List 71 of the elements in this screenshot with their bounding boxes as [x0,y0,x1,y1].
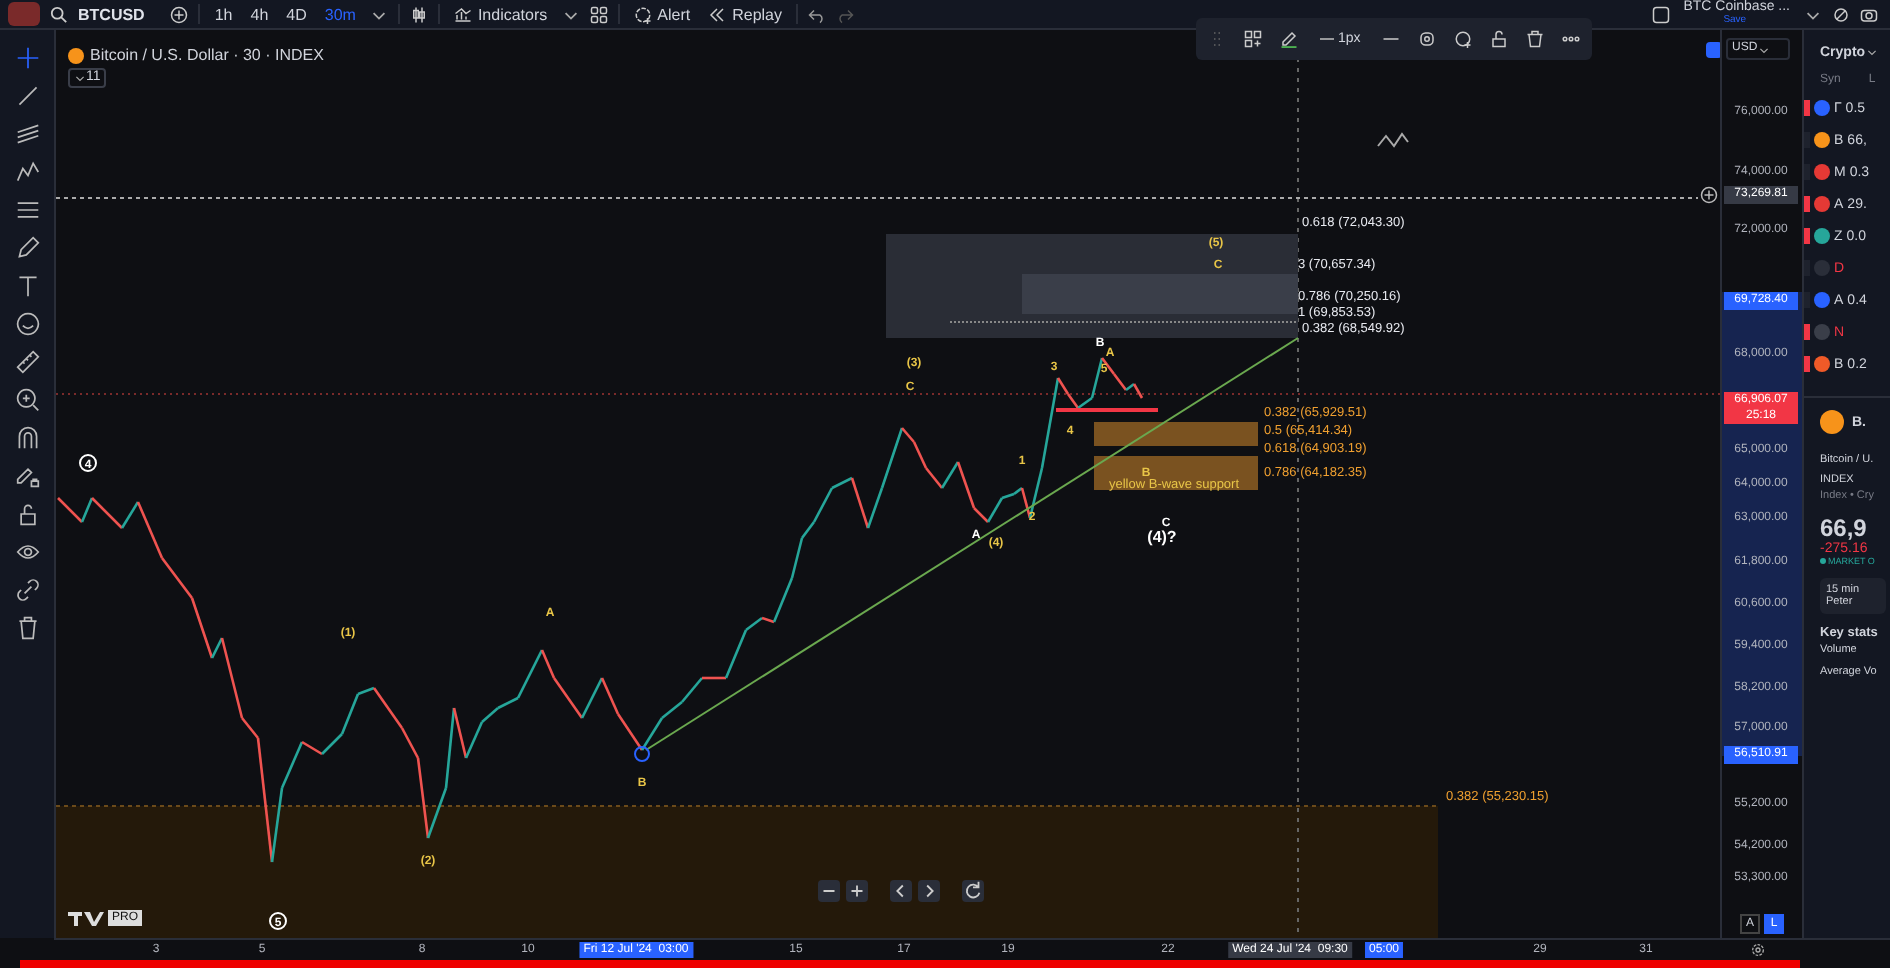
interval-button[interactable]: 30m [320,5,360,23]
reset-icon[interactable] [962,880,984,902]
zoom-out-icon[interactable] [818,880,840,902]
alarm-icon [633,5,652,23]
lock-pencil-icon[interactable] [15,464,39,488]
pencil-icon[interactable] [15,236,39,260]
scroll-left-icon[interactable] [890,880,912,902]
quick-search-icon[interactable] [1832,5,1850,23]
flag-marker[interactable] [1804,100,1810,116]
flag-marker[interactable] [1804,292,1810,308]
chevron-down-icon [1757,43,1770,55]
add-symbol-icon[interactable] [170,5,189,23]
alarm-add-icon[interactable] [1454,30,1473,48]
zoom-icon[interactable] [15,388,39,412]
flag-marker[interactable] [1804,196,1810,212]
camera-icon[interactable] [1860,5,1878,23]
wave-icon[interactable] [15,160,39,184]
trash-icon[interactable] [15,616,39,640]
price-value: 66,9 [1820,514,1869,542]
wave-marker [269,912,287,930]
candles-icon[interactable] [409,5,428,23]
logo-icon [68,910,104,926]
eye-icon[interactable] [15,540,39,564]
text-icon[interactable] [15,274,39,298]
replay-button[interactable]: Replay [704,5,786,23]
alert-button[interactable]: Alert [629,5,695,23]
brush-icon[interactable] [15,198,39,222]
interval-button[interactable]: 4D [282,5,311,23]
level-line [1056,408,1158,412]
scroll-right-icon[interactable] [918,880,940,902]
flag-marker[interactable] [1804,228,1810,244]
wave-label: (4)? [1147,528,1177,546]
line-icon[interactable] [15,84,39,108]
lock-icon[interactable] [15,502,39,526]
settings-icon[interactable] [1750,942,1766,958]
unlock-icon[interactable] [1490,30,1509,48]
checkbox-icon[interactable] [1651,5,1670,23]
undo-icon[interactable] [808,5,826,23]
flag-marker[interactable] [1804,324,1810,340]
add-level-icon[interactable] [1700,186,1718,204]
ruler-icon[interactable] [15,350,39,374]
symbol-search[interactable]: BTCUSD [78,5,145,23]
pattern-tool-icon [1377,132,1409,148]
template-icon[interactable] [1244,30,1262,48]
search-icon [50,5,68,23]
crosshair-icon[interactable] [15,46,39,70]
coin-icon [68,47,84,63]
line-icon [1320,36,1334,42]
pencil-icon[interactable] [1280,30,1298,48]
zoom-in-icon[interactable] [846,880,868,902]
indicators-button[interactable]: Indicators [449,5,552,23]
drag-handle-icon[interactable] [1208,30,1226,48]
trash-icon[interactable] [1526,30,1545,48]
chevron-down-icon [74,72,86,84]
chart-title: Bitcoin / U.S. Dollar · 30 · INDEX [90,46,324,64]
rewind-icon [708,5,727,23]
anchor-point[interactable] [634,746,650,762]
layout-grid-icon[interactable] [589,5,608,23]
status-dot [1820,558,1826,564]
interval-button[interactable]: 1h [210,5,237,23]
interval-button[interactable]: 4h [246,5,273,23]
smile-icon[interactable] [15,312,39,336]
chart-icon [453,5,472,23]
magnet-icon[interactable] [15,426,39,450]
settings-icon[interactable] [1418,30,1437,48]
wave-marker [79,454,97,472]
flag-marker[interactable] [1804,356,1810,372]
channel-icon[interactable] [15,122,39,146]
link-icon[interactable] [15,578,39,602]
chevron-down-icon[interactable] [1865,46,1878,58]
coin-icon [1820,410,1844,434]
